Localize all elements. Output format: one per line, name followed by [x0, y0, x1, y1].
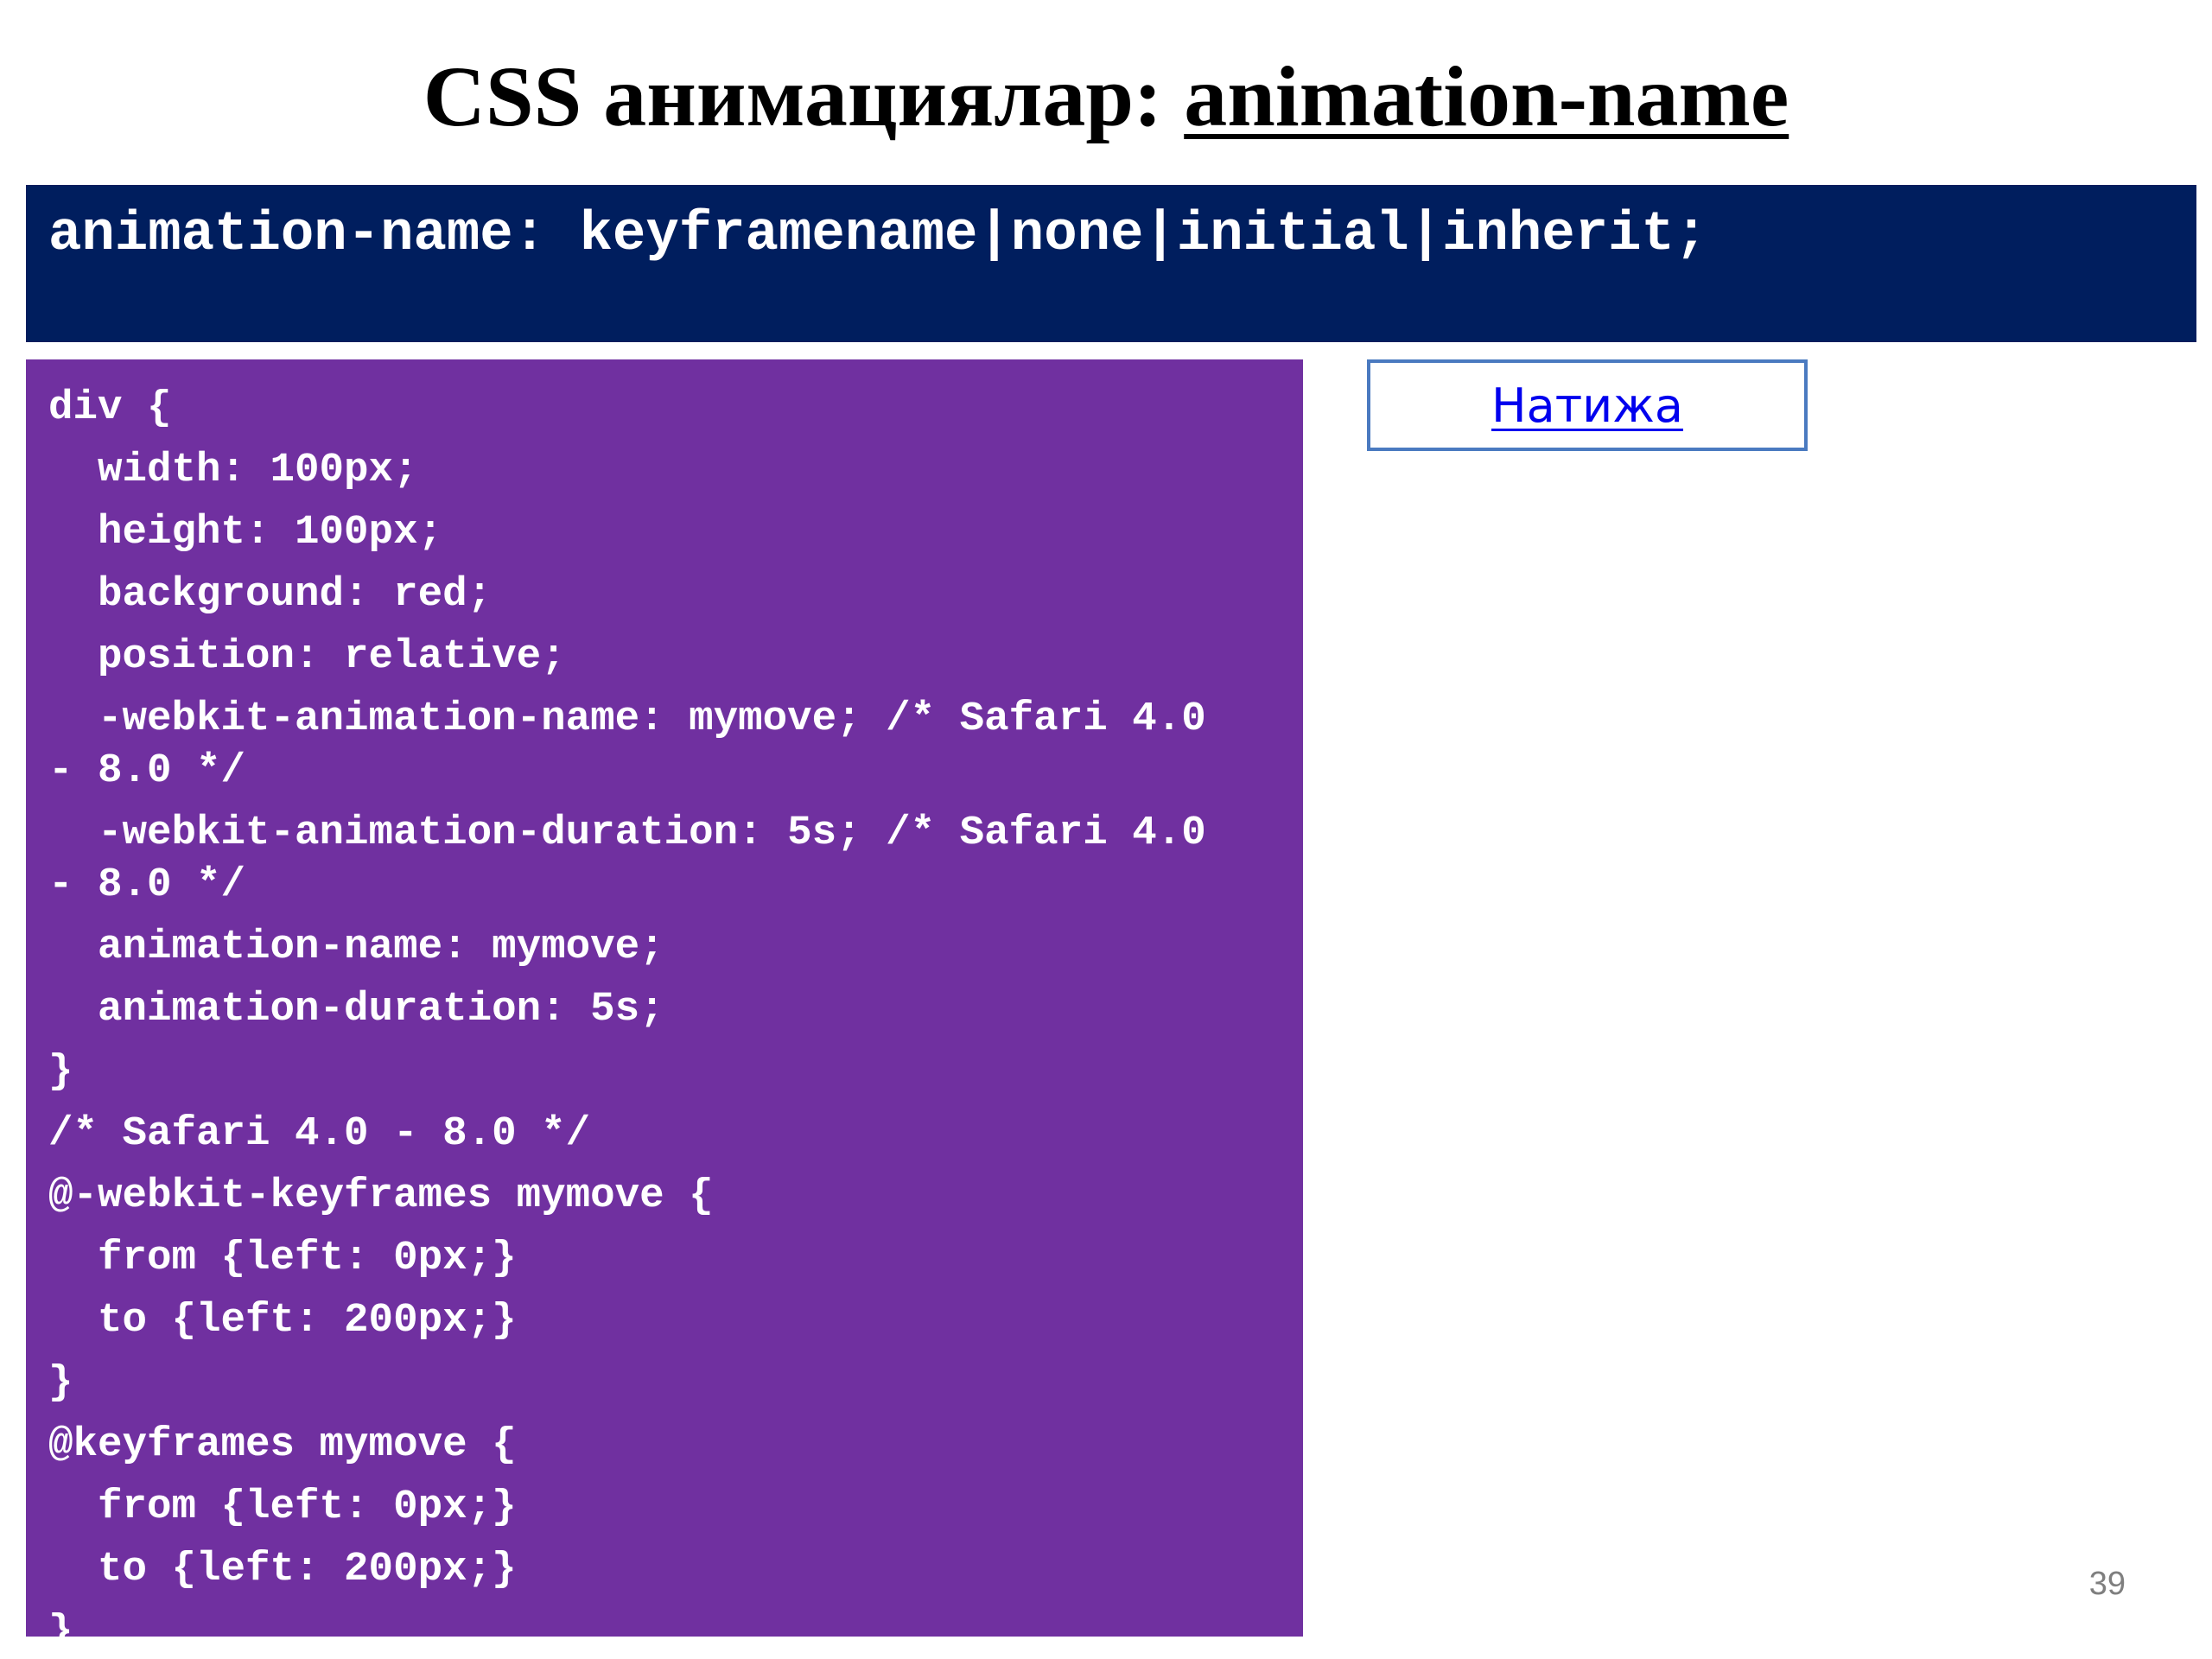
code-line: div { [48, 385, 172, 431]
title-underlined: animation-name [1184, 48, 1789, 144]
code-line: } [48, 1048, 73, 1095]
code-block: div { width: 100px; height: 100px; backg… [26, 359, 1303, 1637]
code-line: to {left: 200px;} [48, 1297, 517, 1344]
slide-title: CSS анимациялар: animation-name [0, 45, 2212, 149]
code-line: -webkit-animation-name: mymove; /* Safar… [48, 696, 1206, 742]
code-line: @-webkit-keyframes mymove { [48, 1173, 714, 1219]
syntax-box: animation-name: keyframename|none|initia… [26, 185, 2196, 342]
code-line: animation-duration: 5s; [48, 986, 664, 1033]
code-line: width: 100px; [48, 447, 418, 493]
code-line: } [48, 1359, 73, 1406]
result-button[interactable]: Натижа [1367, 359, 1808, 451]
code-line: -webkit-animation-duration: 5s; /* Safar… [48, 810, 1206, 856]
code-line: } [48, 1608, 73, 1637]
code-line: - 8.0 */ [48, 861, 246, 908]
code-line: to {left: 200px;} [48, 1546, 517, 1592]
code-line: height: 100px; [48, 509, 443, 556]
code-line: - 8.0 */ [48, 747, 246, 794]
code-line: from {left: 0px;} [48, 1235, 517, 1281]
code-line: @keyframes mymove { [48, 1421, 517, 1468]
code-line: from {left: 0px;} [48, 1484, 517, 1530]
code-line: background: red; [48, 571, 493, 618]
page-number: 39 [2088, 1566, 2126, 1602]
result-link[interactable]: Натижа [1491, 378, 1683, 433]
title-prefix: CSS анимациялар: [423, 48, 1185, 144]
code-line: animation-name: mymove; [48, 924, 664, 970]
code-line: /* Safari 4.0 - 8.0 */ [48, 1110, 591, 1157]
code-line: position: relative; [48, 633, 566, 680]
